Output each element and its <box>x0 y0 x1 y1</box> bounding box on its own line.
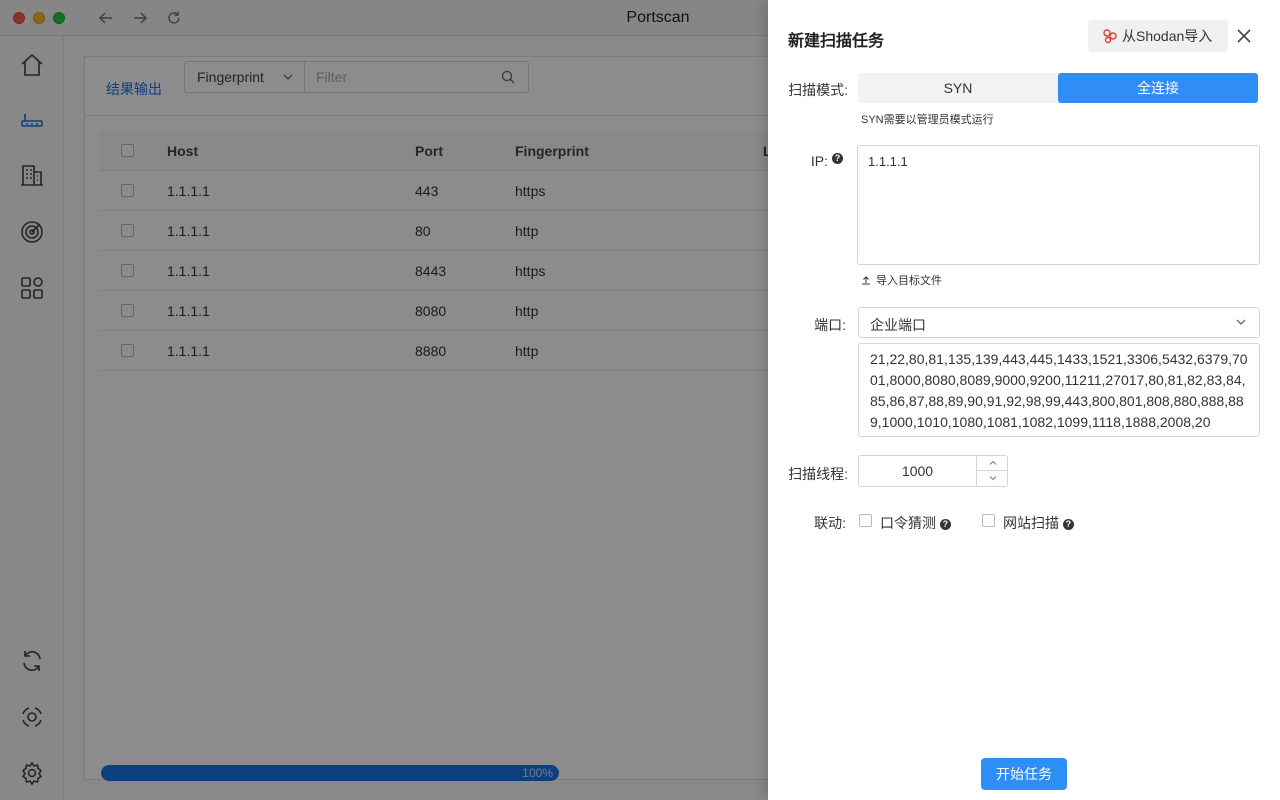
scan-mode-segmented: SYN 全连接 <box>858 73 1258 103</box>
ip-label: IP: <box>748 153 828 169</box>
web-scan-checkbox[interactable] <box>982 514 995 527</box>
scan-mode-syn[interactable]: SYN <box>858 73 1058 103</box>
ip-textarea[interactable]: 1.1.1.1 <box>857 145 1260 265</box>
web-scan-label[interactable]: 网站扫描 ? <box>1003 513 1074 533</box>
help-icon[interactable]: ? <box>939 519 951 530</box>
port-list-textarea[interactable]: 21,22,80,81,135,139,443,445,1433,1521,33… <box>858 343 1260 437</box>
linkage-label: 联动: <box>814 515 846 531</box>
help-icon[interactable]: ? <box>832 153 843 164</box>
threads-value[interactable]: 1000 <box>859 456 976 486</box>
increment-button[interactable] <box>977 456 1008 471</box>
chevron-down-icon <box>1234 315 1248 329</box>
port-preset-value: 企业端口 <box>870 317 926 333</box>
threads-label: 扫描线程: <box>788 466 848 482</box>
password-guess-checkbox[interactable] <box>859 514 872 527</box>
password-guess-text: 口令猜测 <box>880 515 936 531</box>
help-icon[interactable]: ? <box>1062 519 1074 530</box>
start-task-button[interactable]: 开始任务 <box>981 758 1067 790</box>
shodan-icon <box>1102 28 1118 44</box>
port-label: 端口: <box>814 317 846 333</box>
password-guess-label[interactable]: 口令猜测 ? <box>880 513 951 533</box>
import-target-file-link[interactable]: 导入目标文件 <box>861 272 942 288</box>
stepper-buttons <box>976 456 1008 486</box>
close-icon[interactable] <box>1235 27 1253 45</box>
new-scan-drawer: 新建扫描任务 从Shodan导入 扫描模式: SYN 全连接 SYN需要以管理员… <box>768 0 1280 800</box>
scan-mode-label: 扫描模式: <box>788 82 848 98</box>
decrement-button[interactable] <box>977 471 1008 486</box>
threads-stepper[interactable]: 1000 <box>858 455 1008 487</box>
ip-label-text: IP: <box>810 153 828 169</box>
port-preset-select[interactable]: 企业端口 <box>858 307 1260 338</box>
import-target-file-text: 导入目标文件 <box>876 275 942 287</box>
drawer-title: 新建扫描任务 <box>788 33 885 50</box>
scan-mode-full-connect[interactable]: 全连接 <box>1058 73 1258 103</box>
syn-admin-hint: SYN需要以管理员模式运行 <box>861 114 994 126</box>
web-scan-text: 网站扫描 <box>1003 515 1059 531</box>
